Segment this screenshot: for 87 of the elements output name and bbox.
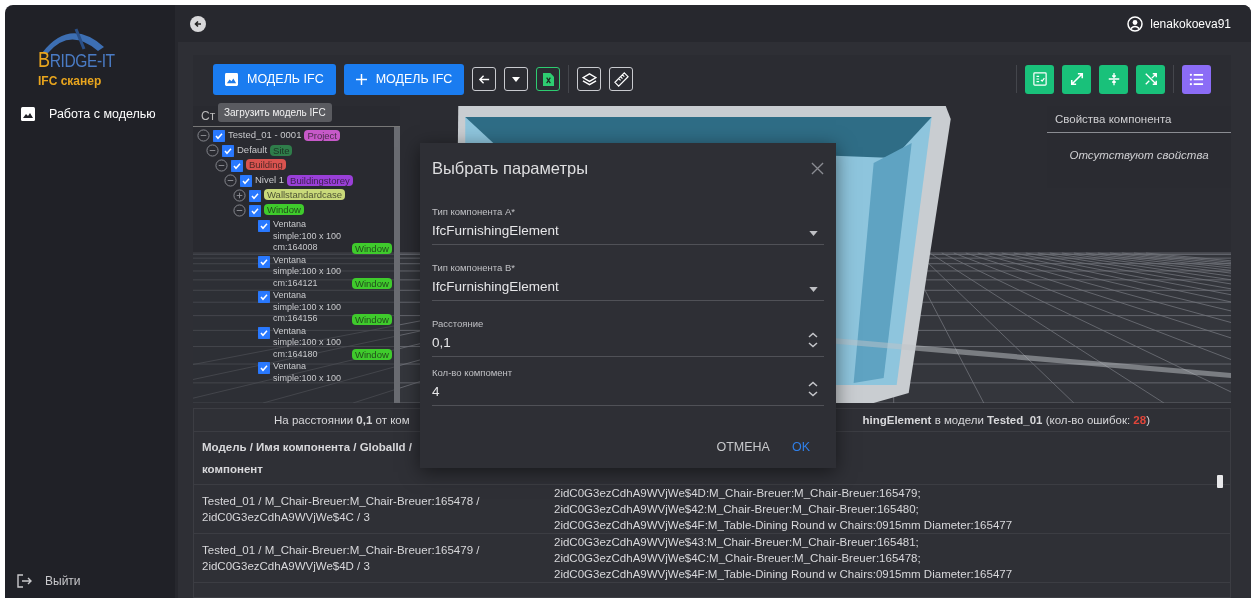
empty-message: Отсутствуют свойства <box>1068 148 1210 161</box>
tree-item-label[interactable]: Ventana simple:100 x 100 <box>273 361 349 384</box>
scrollbar-thumb[interactable] <box>1217 475 1223 488</box>
table-cell-text: 2idC0G3ezCdhA9WVjWe$43:M_Chair-Breuer:M_Chair-Breuer:165481; 2idC0G3ezCdhA9WVjWe$4C:M_Chair-Breuer:M_Chair-Breuer:165478; 2idC0G3ezCdhA9WVjWe$4F:M_Table-Dining Round w Chairs:0915mm Diameter:165477 <box>553 535 1014 582</box>
user-name: lenakokoeva91 <box>1150 16 1231 31</box>
select-field[interactable]: Тип компонента B* IfcFurnishingElement <box>432 262 824 301</box>
cancel-button[interactable]: ОТМЕНА <box>712 436 774 458</box>
back-button[interactable] <box>190 15 206 32</box>
compress-icon <box>1106 72 1121 86</box>
layers-button[interactable] <box>577 67 602 91</box>
tree-item-label[interactable]: Ventana simple:100 x 100 cm:164121 <box>273 254 349 289</box>
table-caption: hingElement в модели Tested_01 (кол-во ошибок: 28) <box>862 414 1150 426</box>
expand-icon[interactable] <box>233 189 246 202</box>
upload-model-button[interactable]: МОДЕЛЬ IFC <box>213 63 336 95</box>
plus-icon <box>355 73 367 85</box>
app-subtitle: IFC сканер <box>38 74 103 88</box>
type-tag: Window <box>352 278 392 289</box>
nav-item[interactable]: Работа с моделью <box>5 100 175 128</box>
type-tag: Project <box>304 129 340 141</box>
checkbox[interactable] <box>258 291 270 303</box>
table-cell-text: Tested_01 / M_Chair-Breuer:M_Chair-Breuer:165478 / 2idC0G3ezCdhA9WVjWe$4C / 3 <box>201 494 481 525</box>
select-field[interactable]: Тип компонента A* IfcFurnishingElement <box>432 206 824 245</box>
table-cell-text: Tested_01 / M_Chair-Breuer:M_Chair-Breuer:165479 / 2idC0G3ezCdhA9WVjWe$4D / 3 <box>201 543 481 574</box>
collapse-icon[interactable] <box>215 159 228 172</box>
checkbox[interactable] <box>258 362 270 374</box>
expand-icon <box>1069 72 1084 86</box>
collapse-icon[interactable] <box>224 174 237 187</box>
type-tag: Window <box>352 313 392 325</box>
shuffle-button[interactable] <box>1136 64 1165 94</box>
collapse-icon[interactable] <box>233 204 246 217</box>
checkbox[interactable] <box>213 130 225 142</box>
file-icon <box>542 72 554 86</box>
tooltip: Загрузить модель IFC <box>218 103 332 122</box>
stepper-icon[interactable] <box>808 332 818 348</box>
back-arrow-button[interactable] <box>472 67 497 91</box>
checkbox[interactable] <box>222 145 234 157</box>
caret-icon <box>809 231 818 236</box>
type-tag: Window <box>352 349 392 360</box>
logout-link[interactable]: Выйти <box>5 574 175 588</box>
checklist-icon <box>1032 72 1047 86</box>
form-button[interactable] <box>1025 64 1054 94</box>
tree-item-label[interactable]: Nivel 1 <box>255 174 285 186</box>
tree-item-label[interactable]: Ventana simple:100 x 100 cm:164156 <box>273 290 349 325</box>
ruler-button[interactable] <box>609 67 634 91</box>
type-tag: Buildingstorey <box>287 174 353 186</box>
table-cell-text: 2idC0G3ezCdhA9WVjWe$4D:M_Chair-Breuer:M_Chair-Breuer:165479; 2idC0G3ezCdhA9WVjWe$42:M_Chair-Breuer:M_Chair-Breuer:165480; 2idC0G3ezCdhA9WVjWe$4F:M_Table-Dining Round w Chairs:0915mm Diameter:165477 <box>553 486 1014 533</box>
add-model-button[interactable]: МОДЕЛЬ IFC <box>343 63 465 95</box>
collapse-icon[interactable] <box>197 129 210 142</box>
checkbox[interactable] <box>231 160 243 172</box>
type-tag: Site <box>270 144 293 156</box>
collapse-icon[interactable] <box>206 144 219 157</box>
caret-icon <box>512 76 521 82</box>
checkbox[interactable] <box>258 220 270 232</box>
shuffle-icon <box>1143 72 1158 86</box>
type-tag: Window <box>352 242 392 254</box>
image-icon <box>21 107 35 121</box>
logout-icon <box>17 574 33 588</box>
list-icon <box>1189 71 1204 87</box>
number-field[interactable]: Кол-во компомент 4 <box>432 367 824 406</box>
dialog-title: Выбрать параметры <box>432 159 589 178</box>
layers-icon <box>581 71 597 87</box>
close-icon[interactable] <box>811 162 824 175</box>
file-button[interactable] <box>536 67 561 91</box>
table-caption: На расстоянии 0,1 от ком <box>274 414 410 426</box>
stepper-icon[interactable] <box>808 381 818 397</box>
panel-title: Свойства компонента <box>1047 106 1231 133</box>
caret-icon <box>809 287 818 292</box>
expand-button[interactable] <box>1062 64 1091 94</box>
list-button[interactable] <box>1182 64 1211 94</box>
tree-item-label[interactable]: Ventana simple:100 x 100 cm:164180 <box>273 325 349 360</box>
tree-item-label[interactable]: Ventana simple:100 x 100 cm:164008 <box>273 219 349 254</box>
tree-item-label[interactable]: Default <box>237 144 268 156</box>
ruler-icon <box>613 71 629 87</box>
logo-text: BRIDGE-IT <box>38 47 116 73</box>
checkbox[interactable] <box>249 205 261 217</box>
image-icon <box>225 72 238 86</box>
column-header: Модель / Имя компонента / GlobalId / компонент <box>202 440 414 477</box>
number-field[interactable]: Расстояние 0,1 <box>432 318 824 357</box>
checkbox[interactable] <box>249 190 261 202</box>
user-icon <box>1127 15 1144 32</box>
checkbox[interactable] <box>240 175 252 187</box>
tree-item-label[interactable]: Tested_01 - 0001 <box>228 129 302 141</box>
type-tag: Wallstandardcase <box>264 189 346 200</box>
type-tag: Building <box>246 159 286 170</box>
compress-button[interactable] <box>1099 64 1128 94</box>
dropdown-button[interactable] <box>504 67 529 91</box>
type-tag: Window <box>264 204 304 215</box>
